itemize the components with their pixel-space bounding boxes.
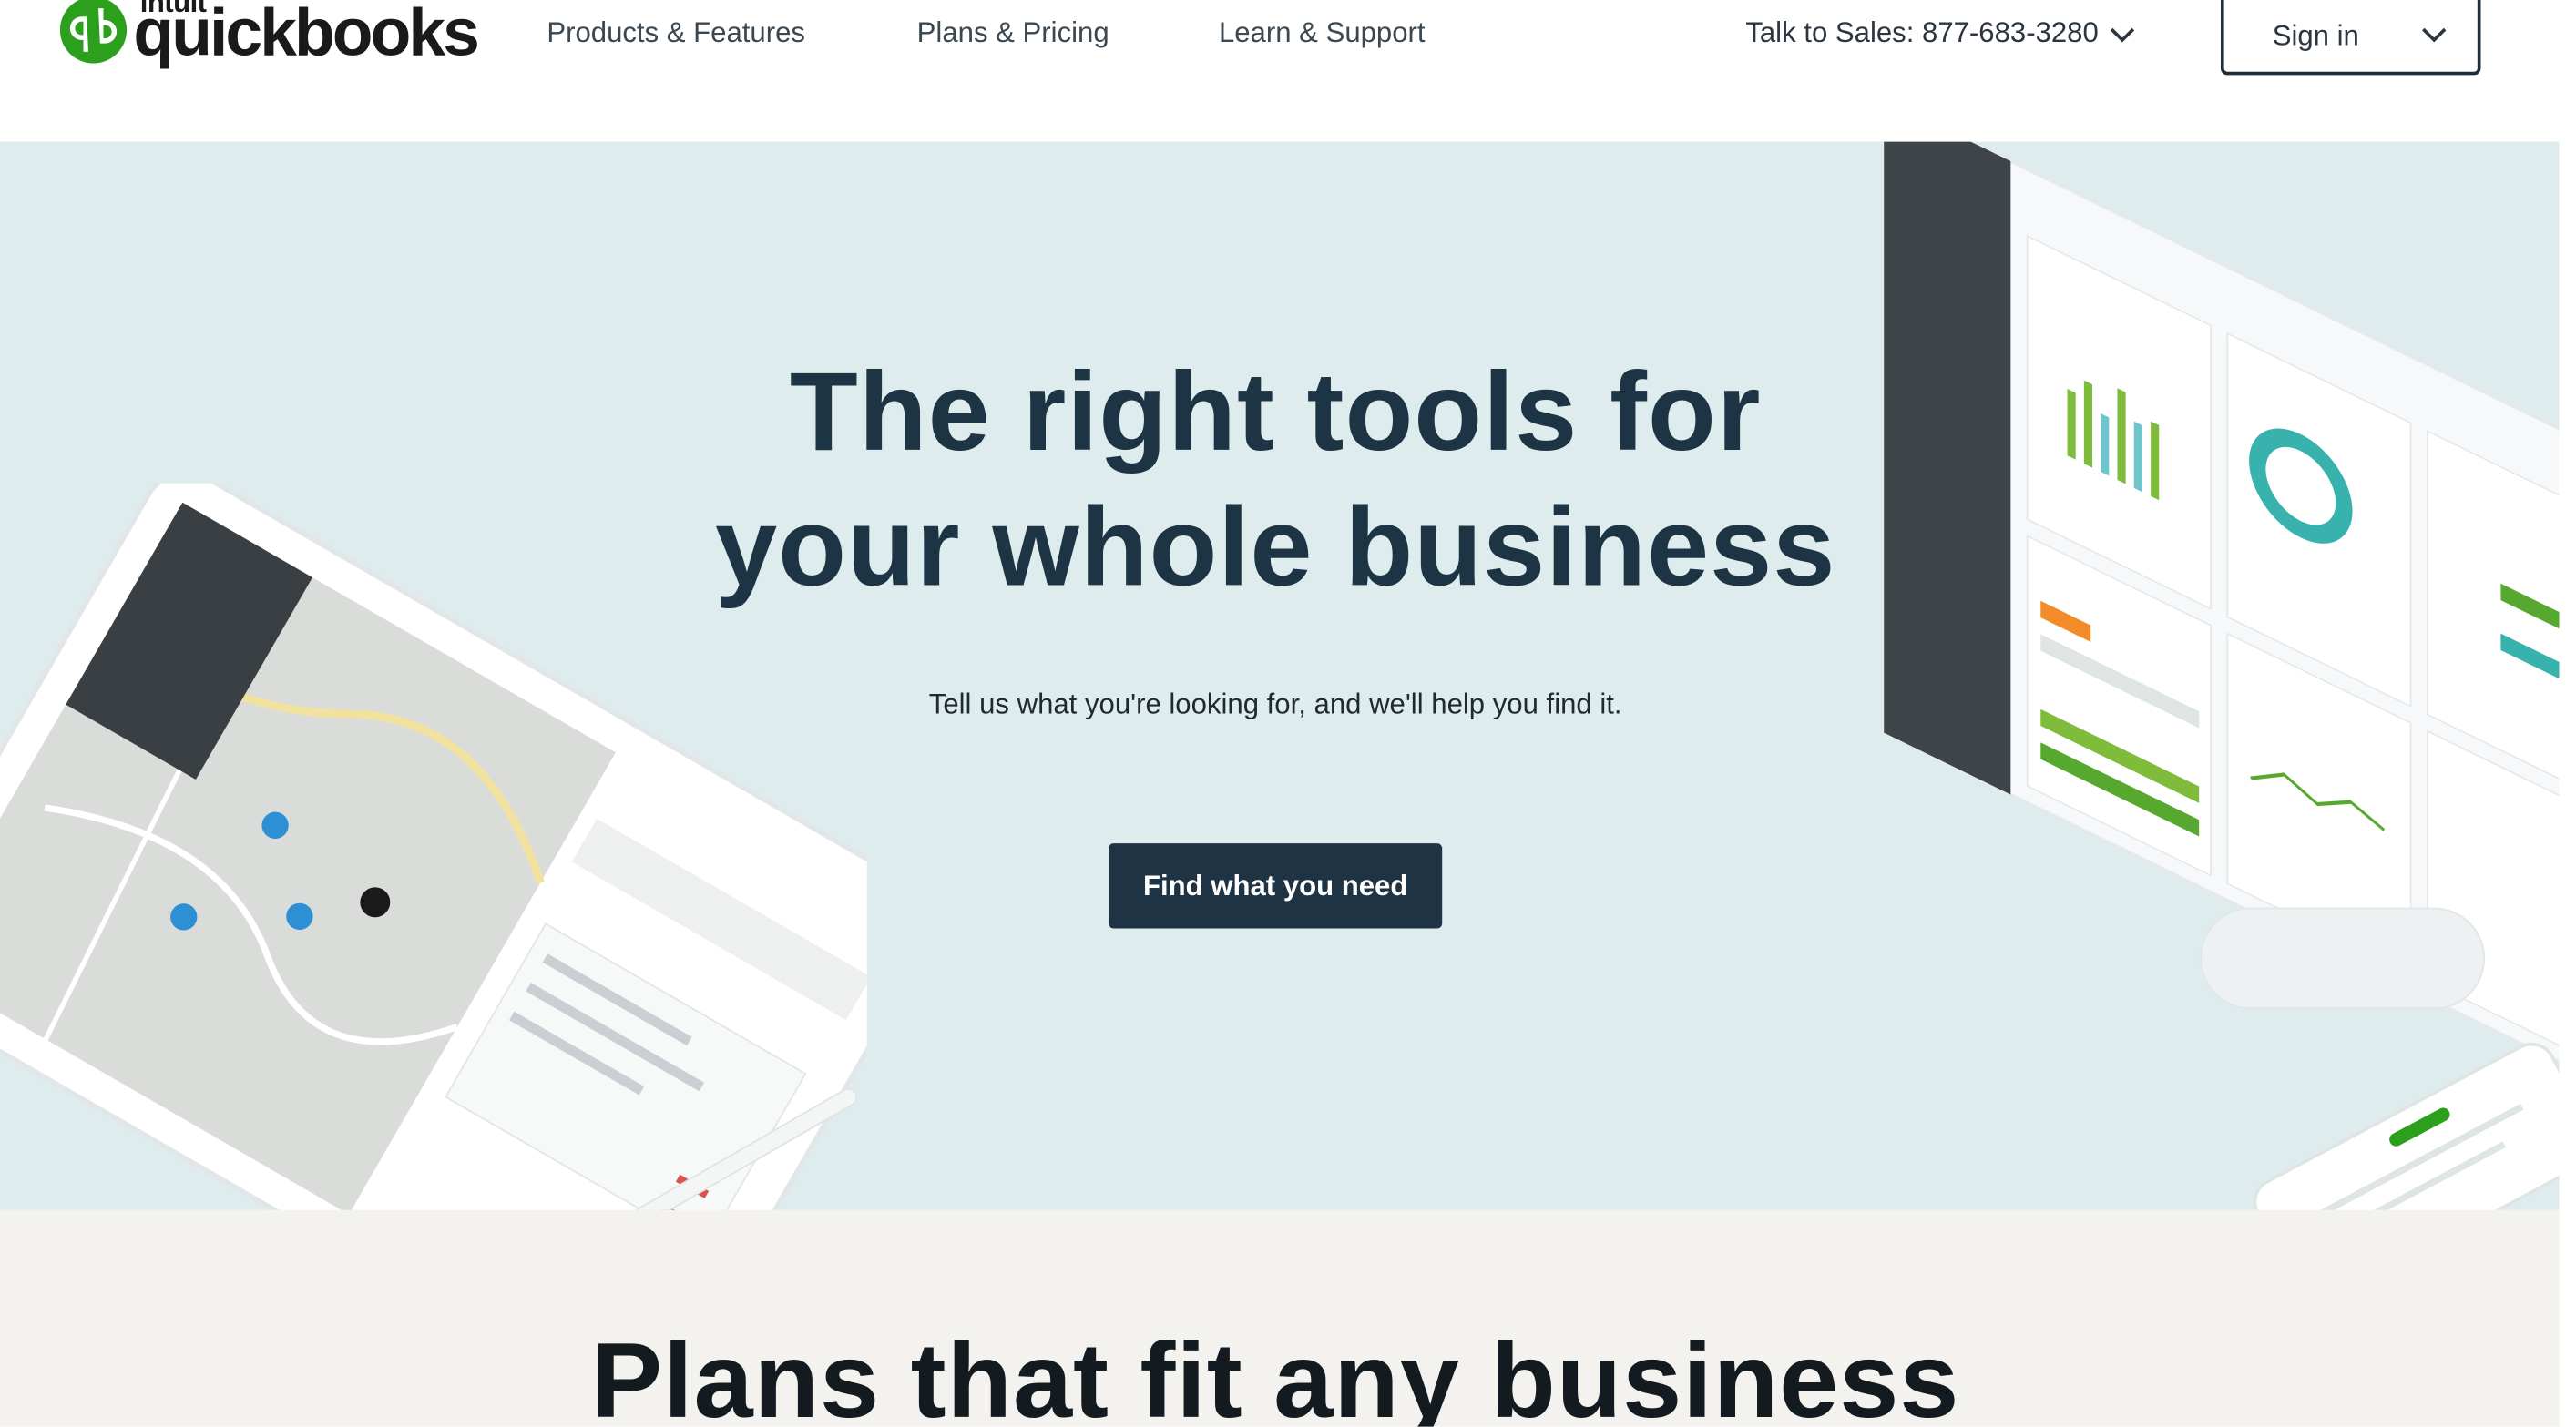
plans-section: Plans that fit any business <box>0 1209 2560 1427</box>
sign-in-button[interactable]: Sign in <box>2220 0 2481 76</box>
talk-to-sales-label: Talk to Sales: 877-683-3280 <box>1745 16 2099 49</box>
site-header: intuit quickbooks Products & Features Pl… <box>0 0 2576 142</box>
hero-title-line-2: your whole business <box>714 484 1836 610</box>
hero-title-line-1: The right tools for <box>789 350 1762 475</box>
page: intuit quickbooks Products & Features Pl… <box>0 0 2576 1427</box>
hero-subtitle: Tell us what you're looking for, and we'… <box>928 688 1622 720</box>
find-what-you-need-button[interactable]: Find what you need <box>1109 843 1443 929</box>
chevron-down-icon <box>2110 26 2134 42</box>
logo-wordmark: quickbooks <box>133 0 479 70</box>
nav-products-features[interactable]: Products & Features <box>547 16 805 50</box>
plans-title: Plans that fit any business <box>591 1320 1960 1427</box>
nav-learn-support[interactable]: Learn & Support <box>1219 16 1426 50</box>
hero-section: The right tools for your whole business … <box>0 141 2560 1210</box>
talk-to-sales-dropdown[interactable]: Talk to Sales: 877-683-3280 <box>1745 16 2135 50</box>
nav-plans-pricing[interactable]: Plans & Pricing <box>917 16 1109 50</box>
quickbooks-logo-icon <box>59 0 128 64</box>
sign-in-label: Sign in <box>2272 19 2359 52</box>
monitor-illustration <box>1882 141 2560 1210</box>
hero-title: The right tools for your whole business <box>0 345 2550 616</box>
chevron-down-icon <box>2422 27 2447 43</box>
